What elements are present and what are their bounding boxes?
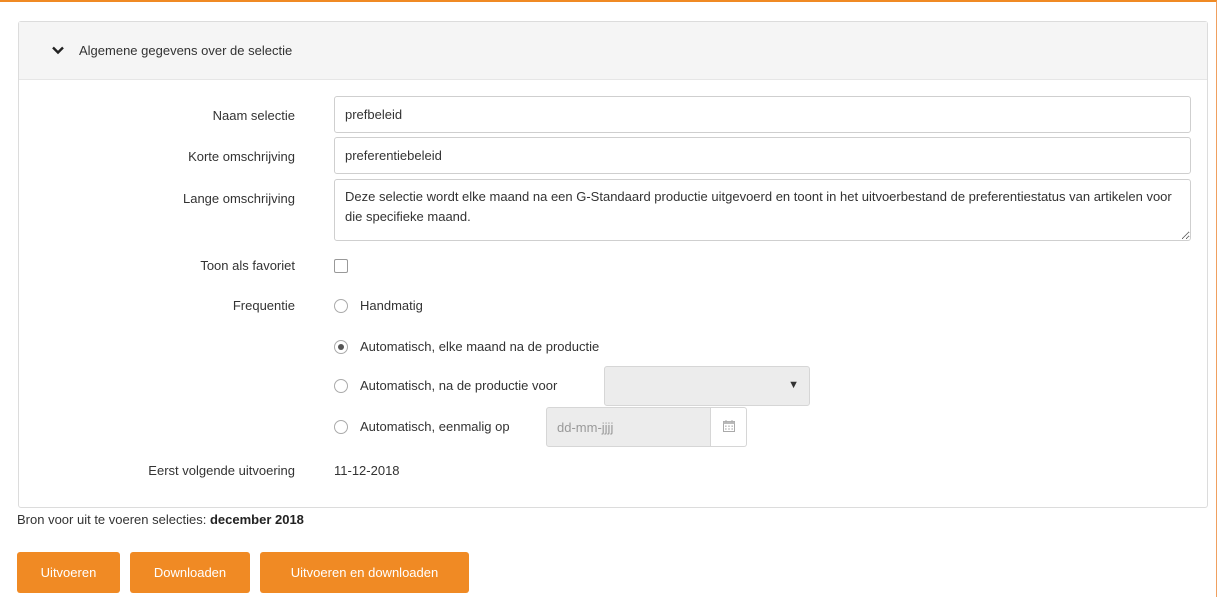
naam-input[interactable] <box>334 96 1191 133</box>
bron-text: Bron voor uit te voeren selecties: decem… <box>17 512 304 527</box>
lange-label: Lange omschrijving <box>182 191 295 206</box>
korte-input[interactable] <box>334 137 1191 174</box>
radio-label: Automatisch, elke maand na de productie <box>360 339 600 354</box>
volgende-value: 11-12-2018 <box>334 463 400 478</box>
bron-value: december 2018 <box>209 512 304 527</box>
lange-textarea[interactable]: Deze selectie wordt elke maand na een G-… <box>334 179 1191 241</box>
productie-select[interactable]: ▼ <box>604 366 810 406</box>
date-input[interactable]: dd-mm-jjjj <box>546 407 711 447</box>
uitvoeren-en-downloaden-button[interactable]: Uitvoeren en downloaden <box>260 552 469 593</box>
selection-panel: Algemene gegevens over de selectie Naam … <box>18 21 1208 508</box>
volgende-label: Eerst volgende uitvoering <box>148 463 295 478</box>
uitvoeren-button[interactable]: Uitvoeren <box>17 552 120 593</box>
radio-icon[interactable] <box>334 378 348 393</box>
radio-label: Automatisch, eenmalig op <box>360 419 510 434</box>
favoriet-checkbox[interactable] <box>334 259 348 273</box>
korte-label: Korte omschrijving <box>188 149 295 164</box>
frequentie-label: Frequentie <box>232 298 295 313</box>
radio-icon[interactable] <box>334 339 348 354</box>
radio-elke-maand[interactable]: Automatisch, elke maand na de productie <box>334 339 599 354</box>
radio-icon[interactable] <box>334 419 348 434</box>
favoriet-label: Toon als favoriet <box>200 258 295 273</box>
radio-na-productie-voor[interactable]: Automatisch, na de productie voor <box>334 378 557 393</box>
radio-label: Handmatig <box>360 298 423 313</box>
naam-label: Naam selectie <box>212 108 295 123</box>
panel-header[interactable]: Algemene gegevens over de selectie <box>19 22 1207 80</box>
radio-handmatig[interactable]: Handmatig <box>334 298 423 313</box>
caret-down-icon: ▼ <box>788 379 799 391</box>
radio-icon[interactable] <box>334 298 348 313</box>
radio-eenmalig[interactable]: Automatisch, eenmalig op <box>334 419 510 434</box>
chevron-down-icon[interactable] <box>51 44 65 58</box>
calendar-icon <box>722 419 735 435</box>
panel-title: Algemene gegevens over de selectie <box>79 43 293 58</box>
downloaden-button[interactable]: Downloaden <box>130 552 250 593</box>
calendar-button[interactable] <box>711 407 747 447</box>
radio-label: Automatisch, na de productie voor <box>360 378 558 393</box>
bron-prefix: Bron voor uit te voeren selecties: <box>17 512 207 527</box>
